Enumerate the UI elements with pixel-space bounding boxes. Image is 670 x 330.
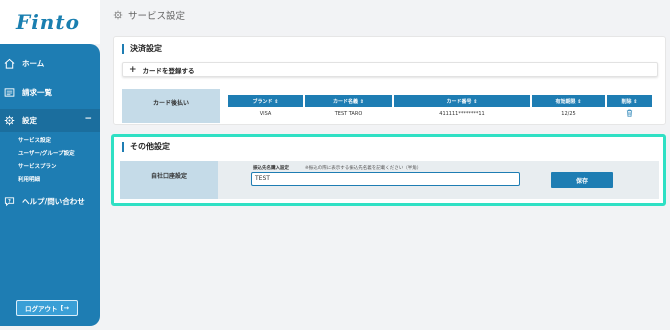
column-header-number[interactable]: カード番号 ⇕ bbox=[393, 95, 532, 107]
logout-icon: [→ bbox=[60, 304, 69, 312]
add-card-button[interactable]: + カードを登録する bbox=[122, 62, 658, 77]
sidebar-item-billing[interactable]: 請求一覧 bbox=[0, 81, 100, 103]
table-row: VISA TEST TARO 411111********11 12/25 bbox=[228, 107, 652, 121]
payment-settings-panel: 決済設定 + カードを登録する カード後払い ブランド ⇕ カード名義 ⇕ カー… bbox=[113, 36, 666, 125]
sidebar-subitem-usage-details[interactable]: 利用明細 bbox=[18, 175, 40, 183]
cell-holder: TEST TARO bbox=[304, 107, 394, 121]
sidebar-item-label: 設定 bbox=[22, 116, 37, 125]
sidebar-subitem-service-plan[interactable]: サービスプラン bbox=[18, 162, 57, 170]
sidebar-item-help[interactable]: ? ヘルプ/問い合わせ bbox=[0, 190, 100, 212]
sidebar-item-label: ホーム bbox=[22, 58, 45, 68]
logo-area: Finto bbox=[0, 0, 100, 44]
billing-list-icon bbox=[4, 87, 15, 97]
cell-brand: VISA bbox=[228, 107, 305, 121]
cell-expiry: 12/25 bbox=[531, 107, 607, 121]
sidebar-item-label: ヘルプ/問い合わせ bbox=[22, 196, 85, 206]
bank-account-label: 自社口座設定 bbox=[120, 161, 218, 199]
sidebar-subitem-service-settings[interactable]: サービス設定 bbox=[18, 136, 51, 144]
svg-text:?: ? bbox=[8, 198, 11, 204]
bank-account-row: 自社口座設定 振込先名購入設定 ※振込の際に表示する振込先名義を記載ください（半… bbox=[120, 161, 659, 199]
card-postpay-label: カード後払い bbox=[122, 89, 220, 123]
section-title-other: その他設定 bbox=[122, 142, 170, 152]
column-header-holder[interactable]: カード名義 ⇕ bbox=[304, 95, 394, 107]
logout-button[interactable]: ログアウト [→ bbox=[16, 300, 78, 316]
add-card-label: カードを登録する bbox=[142, 66, 195, 75]
page-title-text: サービス設定 bbox=[128, 11, 186, 22]
sidebar: Finto ホーム 請求一覧 設定 − サービス設定 ユーザー/グループ設定 サ… bbox=[0, 0, 100, 330]
sidebar-subitem-user-group[interactable]: ユーザー/グループ設定 bbox=[18, 149, 75, 157]
other-settings-panel: その他設定 自社口座設定 振込先名購入設定 ※振込の際に表示する振込先名義を記載… bbox=[111, 134, 666, 206]
transfer-name-label: 振込先名購入設定 bbox=[253, 166, 289, 171]
cell-delete bbox=[606, 107, 652, 121]
save-button[interactable]: 保存 bbox=[551, 172, 613, 188]
sidebar-nav: ホーム 請求一覧 設定 − サービス設定 ユーザー/グループ設定 サービスプラン… bbox=[0, 44, 100, 326]
sidebar-item-home[interactable]: ホーム bbox=[0, 52, 100, 74]
column-header-delete[interactable]: 削除 ⇕ bbox=[606, 95, 652, 107]
table-header-row: ブランド ⇕ カード名義 ⇕ カード番号 ⇕ 有効期限 ⇕ 削除 ⇕ bbox=[228, 95, 652, 107]
page-title: サービス設定 bbox=[113, 8, 185, 22]
cell-number: 411111********11 bbox=[393, 107, 532, 121]
trash-icon[interactable] bbox=[626, 109, 633, 117]
sidebar-item-settings[interactable]: 設定 − bbox=[0, 109, 100, 132]
plus-icon: + bbox=[129, 64, 137, 75]
logout-label: ログアウト bbox=[25, 305, 58, 313]
transfer-name-note: ※振込の際に表示する振込先名義を記載ください（半角） bbox=[305, 166, 422, 171]
column-header-brand[interactable]: ブランド ⇕ bbox=[228, 95, 305, 107]
gear-icon bbox=[113, 10, 123, 20]
column-header-expiry[interactable]: 有効期限 ⇕ bbox=[531, 95, 607, 107]
help-chat-icon: ? bbox=[4, 196, 15, 206]
collapse-icon[interactable]: − bbox=[84, 114, 92, 124]
section-title-payment: 決済設定 bbox=[122, 44, 162, 54]
sidebar-item-label: 請求一覧 bbox=[22, 87, 52, 97]
logo[interactable]: Finto bbox=[16, 10, 80, 34]
transfer-name-input[interactable]: TEST bbox=[251, 172, 520, 186]
home-icon bbox=[4, 58, 15, 69]
gear-icon bbox=[4, 115, 15, 126]
card-table: ブランド ⇕ カード名義 ⇕ カード番号 ⇕ 有効期限 ⇕ 削除 ⇕ VISA … bbox=[228, 95, 652, 121]
